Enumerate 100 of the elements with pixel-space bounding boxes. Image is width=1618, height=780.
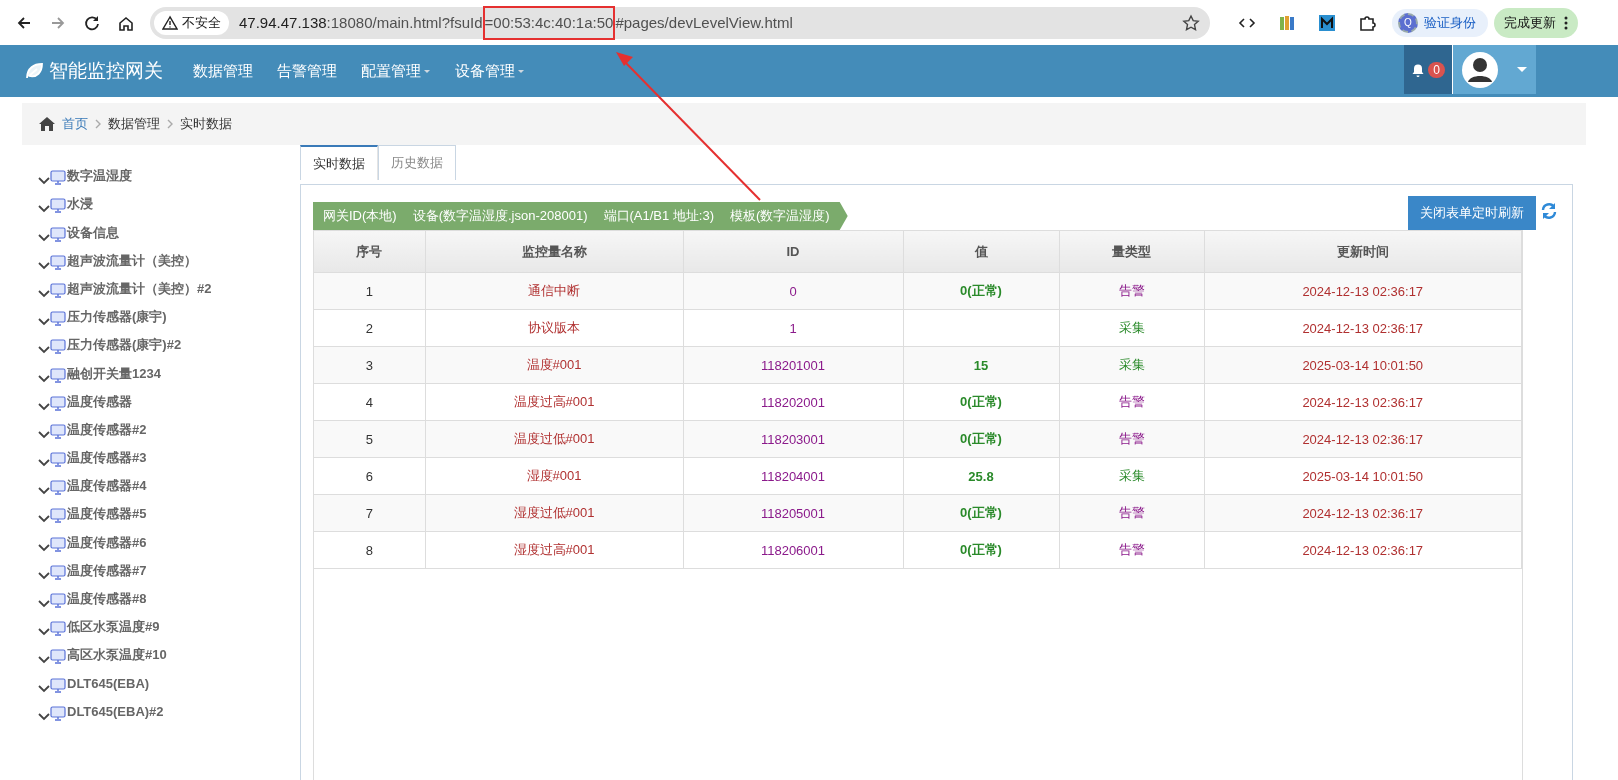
table-cell: 1 (683, 309, 903, 347)
monitor-icon (50, 677, 66, 693)
leaf-icon (25, 62, 43, 80)
table-cell: 温度过低#001 (425, 420, 683, 458)
nav-menu-item[interactable]: 数据管理 (181, 45, 265, 97)
chevron-down-icon (38, 401, 50, 411)
table-cell: 告警 (1059, 494, 1204, 532)
chevron-down-icon (38, 711, 50, 721)
monitor-icon (50, 170, 66, 186)
notification-badge: 0 (1428, 61, 1445, 78)
caret-icon (1517, 67, 1527, 72)
table-cell: 湿度过高#001 (425, 531, 683, 569)
profile-chip[interactable]: Q 验证身份 (1392, 8, 1488, 37)
tree-item[interactable]: 压力传感器(康宇) (38, 297, 300, 327)
monitor-icon (50, 423, 66, 439)
tree-item[interactable]: 温度传感器#2 (38, 410, 300, 439)
address-bar[interactable]: 不安全 47.94.47.138:18080/main.html?fsuId=00:53:4c:40:1a:50#pages/devLevelView.html (150, 6, 1210, 39)
tree-item[interactable]: 设备信息 (38, 213, 300, 242)
table-cell: 25.8 (903, 457, 1059, 495)
tree-item[interactable]: 温度传感器#6 (38, 523, 300, 552)
table-cell: 0(正常) (903, 383, 1059, 421)
bell-icon (1411, 62, 1426, 77)
tree-item[interactable]: 高区水泵温度#10 (38, 636, 300, 665)
table-cell: 0(正常) (903, 494, 1059, 532)
monitor-icon (50, 254, 66, 270)
chevron-down-icon (38, 204, 50, 214)
tree-item[interactable]: 温度传感器#7 (38, 551, 300, 580)
table-cell: 118205001 (683, 494, 903, 532)
tree-item[interactable]: 数字温湿度 (38, 157, 300, 186)
table-cell: 0(正常) (903, 420, 1059, 458)
chevron-down-icon (38, 232, 50, 242)
tree-item[interactable]: 温度传感器#3 (38, 438, 300, 468)
tree-item[interactable]: 超声波流量计（美控）#2 (38, 269, 300, 298)
chevron-down-icon (38, 260, 50, 270)
chevron-down-icon (38, 627, 50, 637)
warning-icon (162, 14, 178, 31)
table-cell: 4 (314, 383, 425, 421)
notification-button[interactable]: 0 (1404, 45, 1452, 94)
path-label: 网关ID(本地) (323, 207, 397, 225)
tab[interactable]: 实时数据 (300, 145, 378, 180)
breadcrumb-item[interactable]: 数据管理 (108, 115, 160, 133)
table-cell: 告警 (1059, 420, 1204, 458)
monitor-icon (50, 705, 66, 721)
security-chip[interactable]: 不安全 (154, 10, 229, 35)
table-cell: 15 (903, 346, 1059, 384)
table-cell: 2024-12-13 02:36:17 (1204, 494, 1522, 532)
table-cell: 协议版本 (425, 309, 683, 347)
tree-item[interactable]: DLT645(EBA)#2 (38, 692, 300, 721)
tree-item[interactable]: 水浸 (38, 185, 300, 214)
monitor-icon (50, 508, 66, 524)
stop-refresh-button[interactable]: 关闭表单定时刷新 (1408, 196, 1536, 230)
nav-menu-item[interactable]: 设备管理 (443, 45, 537, 97)
tree-item[interactable]: 温度传感器#5 (38, 495, 300, 524)
chevron-down-icon (38, 486, 50, 496)
table-cell: 2025-03-14 10:01:50 (1204, 346, 1522, 384)
monitor-icon (50, 395, 66, 411)
monitor-icon (50, 198, 66, 214)
tree-item[interactable]: 压力传感器(康宇)#2 (38, 326, 300, 355)
tree-item[interactable]: 超声波流量计（美控） (38, 241, 300, 270)
tree-item[interactable]: 温度传感器 (38, 382, 300, 411)
table-cell: 3 (314, 346, 425, 384)
tree-item[interactable]: 融创开关量1234 (38, 354, 300, 383)
refresh-icon (1540, 202, 1558, 220)
kebab-icon (1564, 14, 1568, 31)
chevron-down-icon (38, 599, 50, 608)
chevron-right-icon (94, 119, 102, 129)
column-header: 更新时间 (1204, 231, 1522, 273)
column-header: ID (683, 231, 903, 273)
chevron-down-icon (38, 429, 50, 439)
nav-menu-item[interactable]: 告警管理 (265, 45, 349, 97)
tree-item[interactable]: 温度传感器#8 (38, 579, 300, 608)
table-cell: 2024-12-13 02:36:17 (1204, 309, 1522, 347)
table-cell: 0 (683, 272, 903, 310)
table-cell: 通信中断 (425, 272, 683, 310)
user-menu[interactable] (1452, 45, 1536, 94)
star-icon (1182, 13, 1200, 32)
table-cell: 6 (314, 457, 425, 495)
table-cell: 湿度过低#001 (425, 494, 683, 532)
path-label: 端口(A1/B1 地址:3) (603, 207, 715, 225)
monitor-icon (50, 226, 66, 242)
table-cell: 118206001 (683, 531, 903, 569)
nav-menu-item[interactable]: 配置管理 (349, 45, 443, 97)
breadcrumb-item: 实时数据 (180, 115, 232, 133)
tree-item[interactable]: DLT645(EBA) (38, 664, 300, 693)
table-cell: 告警 (1059, 383, 1204, 421)
chevron-down-icon (38, 458, 50, 468)
table-cell: 温度过高#001 (425, 383, 683, 421)
tree-item[interactable]: 低区水泵温度#9 (38, 608, 300, 637)
puzzle-icon (1358, 13, 1376, 32)
monitor-icon (50, 480, 66, 496)
table-cell: 湿度#001 (425, 457, 683, 495)
table-cell: 2024-12-13 02:36:17 (1204, 420, 1522, 458)
monitor-icon (50, 367, 66, 383)
table-cell: 118203001 (683, 420, 903, 458)
tab[interactable]: 历史数据 (378, 145, 456, 180)
breadcrumb-link[interactable]: 首页 (62, 115, 88, 133)
tree-item[interactable]: 温度传感器#4 (38, 467, 300, 496)
brand-title: 智能监控网关 (49, 59, 163, 83)
update-button[interactable]: 完成更新 (1494, 7, 1578, 38)
chevron-down-icon (38, 373, 50, 383)
